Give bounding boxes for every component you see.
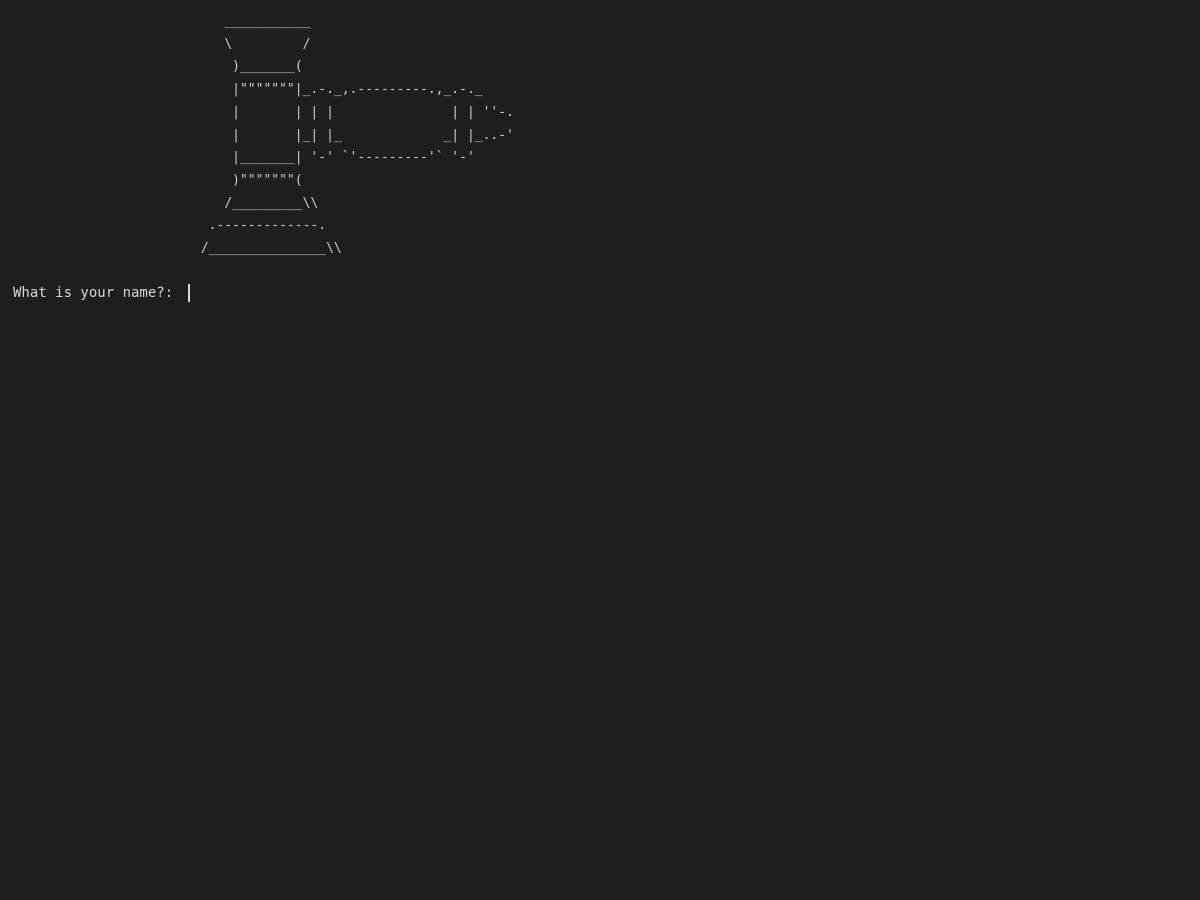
gavel-ascii-art: ___________ \ / )_______( |"""""""|_.-._… — [200, 14, 514, 257]
terminal-window[interactable]: ___________ \ / )_______( |"""""""|_.-._… — [0, 0, 1200, 900]
name-prompt-line[interactable]: What is your name?: — [13, 282, 190, 305]
name-prompt-label: What is your name?: — [13, 285, 182, 301]
text-cursor — [187, 284, 190, 303]
